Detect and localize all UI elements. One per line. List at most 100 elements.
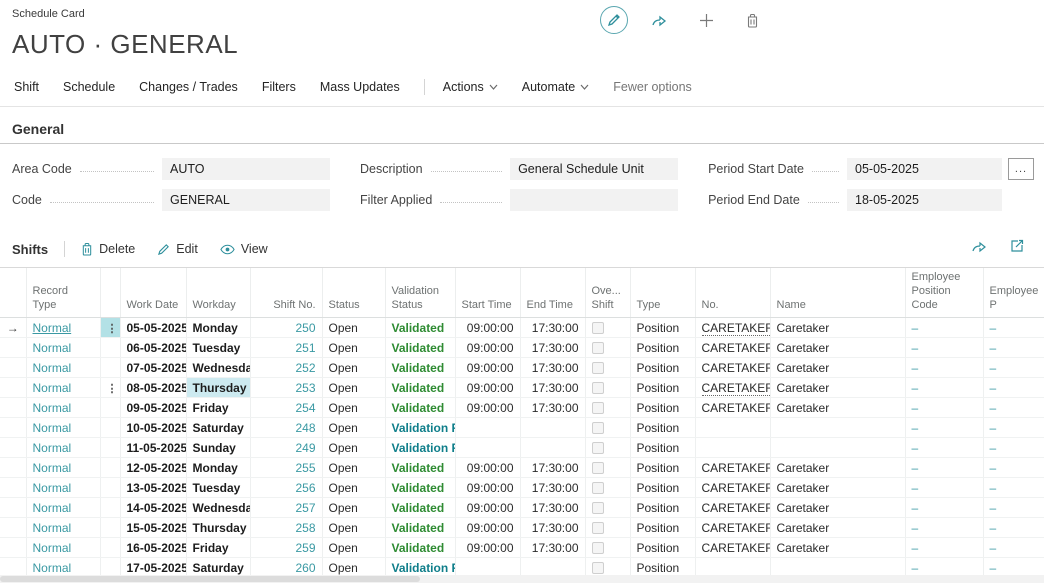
shift-no-link[interactable]: 250 bbox=[295, 321, 315, 335]
cell-name[interactable]: Caretaker bbox=[770, 538, 905, 558]
cell-workday[interactable]: Tuesday bbox=[186, 478, 250, 498]
cell-record-type[interactable]: Normal bbox=[26, 518, 100, 538]
row-menu-icon[interactable]: ⋮ bbox=[107, 383, 118, 395]
cell-work-date[interactable]: 09-05-2025 bbox=[120, 398, 186, 418]
col-header-employee_p[interactable]: Employee P bbox=[983, 268, 1044, 318]
cell-no[interactable]: CARETAKER bbox=[695, 498, 770, 518]
cell-employee-position-code[interactable]: – bbox=[905, 418, 983, 438]
cell-over-shift[interactable] bbox=[585, 378, 630, 398]
cell-validation-status[interactable]: Validated bbox=[385, 318, 455, 338]
shift-no-link[interactable]: 248 bbox=[295, 421, 315, 435]
menu-actions-dropdown[interactable]: Actions bbox=[443, 80, 498, 94]
overnight-shift-checkbox[interactable] bbox=[592, 542, 604, 554]
record-type-link[interactable]: Normal bbox=[33, 541, 72, 555]
cell-type[interactable]: Position bbox=[630, 378, 695, 398]
cell-workday[interactable]: Friday bbox=[186, 398, 250, 418]
cell-validation-status[interactable]: Validated bbox=[385, 358, 455, 378]
cell-workday[interactable]: Monday bbox=[186, 318, 250, 338]
cell-shift-no[interactable]: 252 bbox=[250, 358, 322, 378]
cell-name[interactable]: Caretaker bbox=[770, 358, 905, 378]
cell-employee-p[interactable]: – bbox=[983, 498, 1044, 518]
col-header-name[interactable]: Name bbox=[770, 268, 905, 318]
cell-no[interactable] bbox=[695, 438, 770, 458]
filter-applied-input[interactable] bbox=[510, 189, 678, 211]
record-type-link[interactable]: Normal bbox=[33, 321, 72, 335]
cell-type[interactable]: Position bbox=[630, 498, 695, 518]
cell-name[interactable]: Caretaker bbox=[770, 318, 905, 338]
cell-employee-p[interactable]: – bbox=[983, 378, 1044, 398]
cell-record-type[interactable]: Normal bbox=[26, 398, 100, 418]
cell-shift-no[interactable]: 254 bbox=[250, 398, 322, 418]
overnight-shift-checkbox[interactable] bbox=[592, 482, 604, 494]
cell-start-time[interactable]: 09:00:00 bbox=[455, 498, 520, 518]
cell-no[interactable]: CARETAKER bbox=[695, 358, 770, 378]
shift-no-link[interactable]: 253 bbox=[295, 381, 315, 395]
record-type-link[interactable]: Normal bbox=[33, 481, 72, 495]
cell-start-time[interactable]: 09:00:00 bbox=[455, 398, 520, 418]
period-start-date-input[interactable]: 05-05-2025 bbox=[847, 158, 1002, 180]
cell-employee-p[interactable]: – bbox=[983, 318, 1044, 338]
cell-employee-p[interactable]: – bbox=[983, 538, 1044, 558]
cell-end-time[interactable]: 17:30:00 bbox=[520, 498, 585, 518]
overnight-shift-checkbox[interactable] bbox=[592, 342, 604, 354]
cell-end-time[interactable]: 17:30:00 bbox=[520, 538, 585, 558]
record-type-link[interactable]: Normal bbox=[33, 401, 72, 415]
cell-work-date[interactable]: 13-05-2025 bbox=[120, 478, 186, 498]
cell-type[interactable]: Position bbox=[630, 518, 695, 538]
cell-type[interactable]: Position bbox=[630, 478, 695, 498]
cell-end-time[interactable]: 17:30:00 bbox=[520, 358, 585, 378]
cell-status[interactable]: Open bbox=[322, 458, 385, 478]
cell-workday[interactable]: Saturday bbox=[186, 418, 250, 438]
cell-shift-no[interactable]: 257 bbox=[250, 498, 322, 518]
cell-record-type[interactable]: Normal bbox=[26, 438, 100, 458]
cell-row-menu[interactable] bbox=[100, 338, 120, 358]
cell-over-shift[interactable] bbox=[585, 358, 630, 378]
col-header-over_shift[interactable]: Ove... Shift bbox=[585, 268, 630, 318]
empty-value-dash[interactable]: – bbox=[990, 521, 997, 535]
col-header-no[interactable]: No. bbox=[695, 268, 770, 318]
cell-status[interactable]: Open bbox=[322, 498, 385, 518]
cell-status[interactable]: Open bbox=[322, 338, 385, 358]
cell-type[interactable]: Position bbox=[630, 538, 695, 558]
cell-employee-p[interactable]: – bbox=[983, 338, 1044, 358]
cell-validation-status[interactable]: Validated bbox=[385, 458, 455, 478]
record-type-link[interactable]: Normal bbox=[33, 381, 72, 395]
cell-shift-no[interactable]: 258 bbox=[250, 518, 322, 538]
empty-value-dash[interactable]: – bbox=[912, 521, 919, 535]
overnight-shift-checkbox[interactable] bbox=[592, 362, 604, 374]
record-type-link[interactable]: Normal bbox=[33, 521, 72, 535]
cell-over-shift[interactable] bbox=[585, 478, 630, 498]
cell-start-time[interactable]: 09:00:00 bbox=[455, 518, 520, 538]
edit-pencil-icon[interactable] bbox=[600, 6, 628, 34]
cell-start-time[interactable]: 09:00:00 bbox=[455, 478, 520, 498]
overnight-shift-checkbox[interactable] bbox=[592, 462, 604, 474]
cell-end-time[interactable]: 17:30:00 bbox=[520, 398, 585, 418]
cell-over-shift[interactable] bbox=[585, 318, 630, 338]
cell-validation-status[interactable]: Validated bbox=[385, 338, 455, 358]
cell-employee-position-code[interactable]: – bbox=[905, 518, 983, 538]
menu-automate-dropdown[interactable]: Automate bbox=[522, 80, 590, 94]
cell-work-date[interactable]: 15-05-2025 bbox=[120, 518, 186, 538]
overnight-shift-checkbox[interactable] bbox=[592, 402, 604, 414]
overnight-shift-checkbox[interactable] bbox=[592, 322, 604, 334]
cell-validation-status[interactable]: Validated bbox=[385, 378, 455, 398]
cell-name[interactable]: Caretaker bbox=[770, 478, 905, 498]
cell-no[interactable]: CARETAKER bbox=[695, 538, 770, 558]
shift-no-link[interactable]: 249 bbox=[295, 441, 315, 455]
cell-type[interactable]: Position bbox=[630, 458, 695, 478]
cell-record-type[interactable]: Normal bbox=[26, 478, 100, 498]
cell-type[interactable]: Position bbox=[630, 398, 695, 418]
cell-start-time[interactable]: 09:00:00 bbox=[455, 358, 520, 378]
cell-start-time[interactable]: 09:00:00 bbox=[455, 338, 520, 358]
menu-filters[interactable]: Filters bbox=[262, 80, 296, 94]
cell-record-type[interactable]: Normal bbox=[26, 338, 100, 358]
open-in-new-icon[interactable] bbox=[1010, 239, 1024, 253]
empty-value-dash[interactable]: – bbox=[990, 321, 997, 335]
cell-record-type[interactable]: Normal bbox=[26, 498, 100, 518]
cell-no[interactable]: CARETAKER bbox=[695, 338, 770, 358]
cell-end-time[interactable]: 17:30:00 bbox=[520, 458, 585, 478]
menu-shift[interactable]: Shift bbox=[14, 80, 39, 94]
record-type-link[interactable]: Normal bbox=[33, 421, 72, 435]
cell-employee-position-code[interactable]: – bbox=[905, 438, 983, 458]
cell-over-shift[interactable] bbox=[585, 518, 630, 538]
